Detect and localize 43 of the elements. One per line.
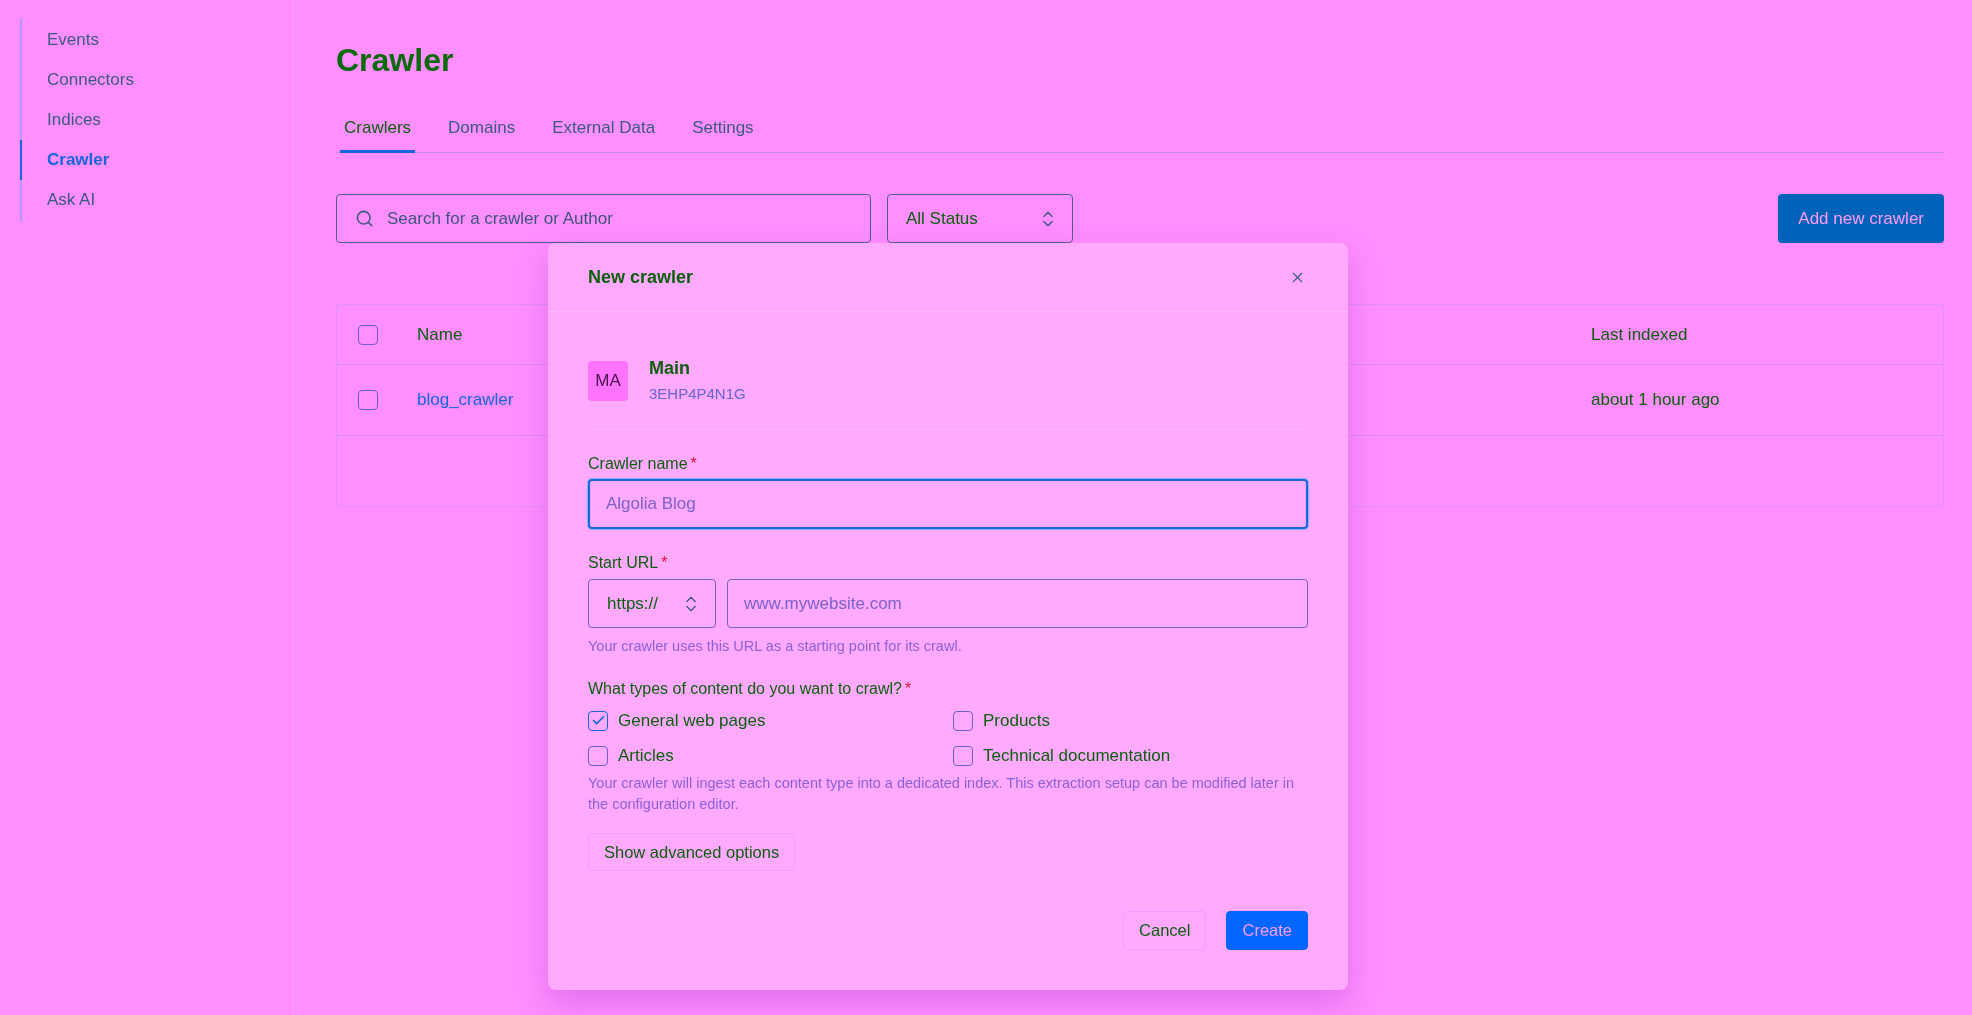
field-label: What types of content do you want to crawl? * (588, 679, 912, 699)
crawler-name-input[interactable]: Algolia Blog (588, 479, 1308, 529)
sidebar-item[interactable]: Crawler (20, 140, 110, 180)
page-title: Crawler (336, 41, 454, 80)
row-checkbox[interactable] (358, 390, 378, 410)
advanced-options-button[interactable]: Show advanced options (588, 833, 796, 871)
url-input[interactable]: www.mywebsite.com (727, 579, 1308, 628)
checkbox-label: Articles (618, 745, 674, 766)
create-button[interactable]: Create (1226, 911, 1308, 950)
content-type-checkbox[interactable] (953, 710, 973, 731)
tab[interactable]: Crawlers (340, 108, 416, 153)
column-header: Last indexed (1591, 324, 1688, 345)
search-field[interactable]: Search for a crawler or Author (336, 194, 871, 243)
protocol-select[interactable]: https:// (588, 579, 716, 628)
field-label: Crawler name * (588, 454, 697, 474)
column-header: Name (417, 324, 463, 345)
table-cell: about 1 hour ago (1591, 390, 1720, 410)
crawler-name-link[interactable]: blog_crawler (417, 390, 514, 410)
sidebar-item[interactable]: Events (20, 20, 99, 60)
dialog-title: New crawler (588, 266, 694, 288)
checkbox-label: Technical documentation (983, 745, 1171, 766)
sidebar-item[interactable]: Ask AI (20, 180, 96, 220)
select-all-checkbox[interactable] (358, 324, 378, 345)
tab[interactable]: Domains (444, 108, 520, 153)
add-crawler-button[interactable]: Add new crawler (1778, 194, 1944, 243)
content-type-checkbox[interactable] (588, 745, 608, 766)
account-avatar: MA (588, 361, 628, 401)
content-type-checkbox[interactable] (953, 745, 973, 766)
tab[interactable]: Settings (688, 108, 758, 153)
content-type-checkbox[interactable] (588, 710, 608, 731)
sidebar-item[interactable]: Indices (20, 100, 101, 140)
search-icon (355, 209, 374, 228)
checkbox-label: Products (983, 710, 1051, 731)
cancel-button[interactable]: Cancel (1123, 911, 1207, 950)
account-id: 3EHP4P4N1G (649, 385, 746, 402)
field-hint: Your crawler uses this URL as a starting point for its crawl. (588, 637, 962, 656)
status-select[interactable]: All Status (887, 194, 1073, 243)
tab[interactable]: External Data (548, 108, 660, 153)
field-hint: Your crawler will ingest each content type into a dedicated index. This extraction setup can be modified later in the configuration editor. (588, 774, 1296, 814)
account-name: Main (649, 358, 691, 379)
checkbox-label: General web pages (618, 710, 766, 731)
field-label: Start URL * (588, 553, 668, 573)
sidebar-item[interactable]: Connectors (20, 60, 134, 100)
